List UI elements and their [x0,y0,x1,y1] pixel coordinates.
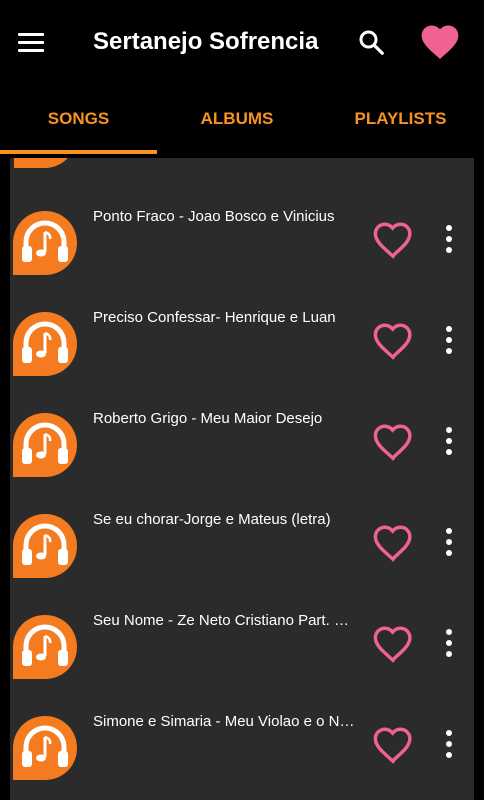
tab-albums[interactable]: ALBUMS [157,88,317,150]
song-title[interactable]: Ponto Fraco - Joao Bosco e Vinicius [93,207,355,227]
search-icon[interactable] [356,27,386,57]
song-icon [13,211,77,275]
song-title[interactable]: Se eu chorar-Jorge e Mateus (letra) [93,510,355,530]
song-title[interactable]: Simone e Simaria - Meu Violao e o Nosso … [93,712,355,732]
menu-icon[interactable] [18,26,50,58]
more-vert-icon[interactable] [438,221,460,257]
more-vert-icon[interactable] [438,726,460,762]
heart-outline-icon[interactable] [370,217,416,263]
heart-outline-icon[interactable] [370,722,416,768]
song-icon [13,514,77,578]
more-vert-icon[interactable] [438,322,460,358]
list-item[interactable]: Simone e Simaria - Meu Violao e o Nosso … [10,700,474,800]
song-title[interactable]: Seu Nome - Ze Neto Cristiano Part. Maril… [93,611,355,631]
more-vert-icon[interactable] [438,423,460,459]
page-title: Sertanejo Sofrencia [93,28,319,55]
song-title[interactable]: Preciso Confessar- Henrique e Luan [93,308,355,328]
list-item[interactable]: Seu Nome - Ze Neto Cristiano Part. Maril… [10,599,474,700]
song-icon [14,158,68,168]
song-icon [13,312,77,376]
list-item[interactable]: Ponto Fraco - Joao Bosco e Vinicius [10,195,474,296]
tab-playlists[interactable]: PLAYLISTS [317,88,484,150]
song-list[interactable]: Ponto Fraco - Joao Bosco e Vinicius Prec… [10,158,474,800]
song-icon [13,716,77,780]
list-item[interactable]: Se eu chorar-Jorge e Mateus (letra) [10,498,474,599]
favorites-heart-icon[interactable] [418,20,462,64]
heart-outline-icon[interactable] [370,621,416,667]
song-title[interactable]: Roberto Grigo - Meu Maior Desejo [93,409,355,429]
song-icon [13,413,77,477]
heart-outline-icon[interactable] [370,520,416,566]
more-vert-icon[interactable] [438,524,460,560]
list-item[interactable]: Roberto Grigo - Meu Maior Desejo [10,397,474,498]
tab-indicator [0,150,157,154]
tab-bar: SONGS ALBUMS PLAYLISTS [0,88,484,154]
tab-songs[interactable]: SONGS [0,88,157,150]
more-vert-icon[interactable] [438,625,460,661]
app-bar: Sertanejo Sofrencia [0,0,484,88]
heart-outline-icon[interactable] [370,318,416,364]
list-item[interactable]: Preciso Confessar- Henrique e Luan [10,296,474,397]
heart-outline-icon[interactable] [370,419,416,465]
song-icon [13,615,77,679]
